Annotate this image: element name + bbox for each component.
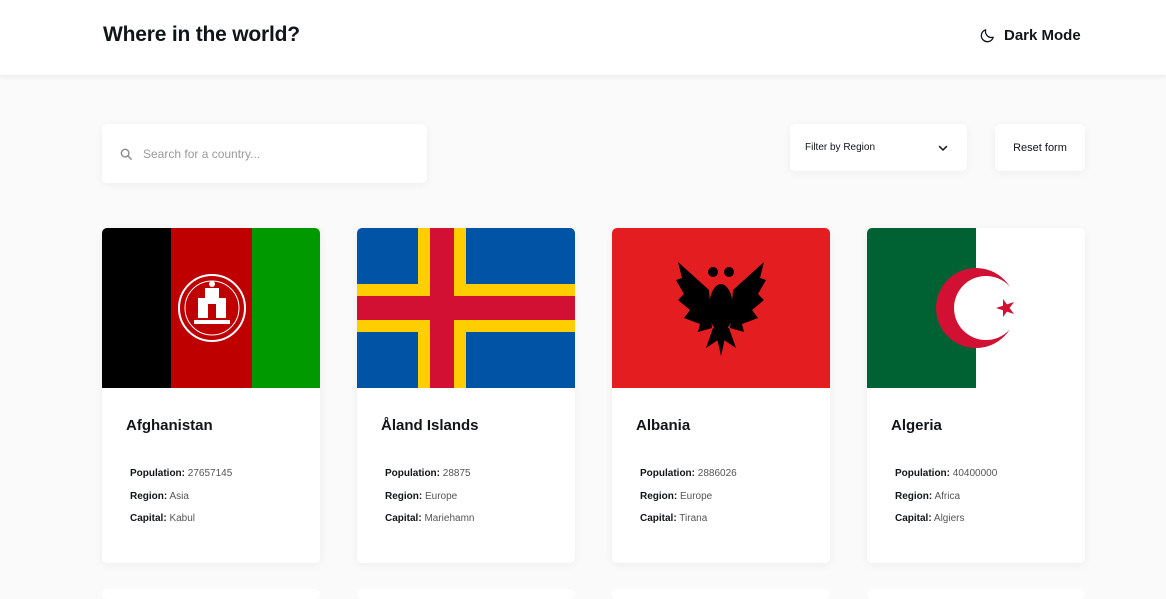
capital-value: Kabul	[169, 513, 196, 524]
aland-islands-flag	[357, 228, 575, 388]
region-label: Region:	[385, 490, 423, 502]
next-row-card-edge	[102, 589, 320, 599]
chevron-down-icon	[938, 145, 948, 151]
region-value: Europe	[680, 490, 713, 502]
region-label: Region:	[895, 490, 933, 502]
country-info: Population: 2886026 Region: Europe Capit…	[640, 467, 737, 535]
capital-value: Tirana	[679, 513, 708, 524]
app-title: Where in the world?	[103, 23, 300, 46]
country-info: Population: 28875 Region: Europe Capital…	[385, 467, 474, 535]
reset-form-button[interactable]: Reset form	[995, 124, 1085, 171]
capital-label: Capital:	[640, 513, 677, 524]
country-info: Population: 27657145 Region: Asia Capita…	[130, 467, 232, 535]
afghanistan-flag	[102, 228, 320, 388]
dark-mode-toggle[interactable]: Dark Mode	[979, 25, 1081, 45]
population-label: Population:	[385, 468, 440, 479]
next-row-card-edge	[612, 589, 830, 599]
country-card-algeria[interactable]: Algeria Population: 40400000 Region: Afr…	[867, 228, 1085, 563]
country-name: Afghanistan	[126, 417, 213, 434]
search-icon	[120, 148, 132, 160]
country-name: Albania	[636, 417, 691, 434]
algeria-flag	[867, 228, 1085, 388]
country-name: Algeria	[891, 417, 942, 434]
country-info: Population: 40400000 Region: Africa Capi…	[895, 467, 997, 535]
population-value: 28875	[442, 468, 471, 479]
app-header: Where in the world? Dark Mode	[0, 0, 1166, 75]
country-card-aland-islands[interactable]: Åland Islands Population: 28875 Region: …	[357, 228, 575, 563]
population-label: Population:	[130, 468, 185, 479]
capital-value: Algiers	[933, 513, 965, 524]
next-row-card-edge	[867, 589, 1085, 599]
region-label: Region:	[640, 490, 678, 502]
moon-icon	[980, 28, 994, 42]
region-value: Europe	[425, 490, 458, 502]
capital-label: Capital:	[895, 513, 932, 524]
region-label: Region:	[130, 490, 168, 502]
region-filter-dropdown[interactable]: Filter by Region	[790, 124, 967, 171]
population-label: Population:	[895, 468, 950, 479]
region-value: Asia	[169, 490, 189, 502]
capital-value: Mariehamn	[424, 513, 475, 524]
search-bar[interactable]	[102, 124, 427, 183]
country-card-albania[interactable]: Albania Population: 2886026 Region: Euro…	[612, 228, 830, 563]
population-value: 27657145	[187, 468, 233, 479]
capital-label: Capital:	[385, 513, 422, 524]
next-row-card-edge	[357, 589, 575, 599]
population-value: 40400000	[952, 468, 998, 479]
population-value: 2886026	[697, 468, 737, 479]
population-label: Population:	[640, 468, 695, 479]
country-card-afghanistan[interactable]: Afghanistan Population: 27657145 Region:…	[102, 228, 320, 563]
capital-label: Capital:	[130, 513, 167, 524]
region-filter-label: Filter by Region	[805, 142, 876, 153]
albania-flag	[612, 228, 830, 388]
search-input[interactable]	[143, 146, 403, 161]
dark-mode-label: Dark Mode	[1004, 26, 1081, 44]
country-name: Åland Islands	[381, 417, 479, 434]
region-value: Africa	[934, 490, 961, 502]
